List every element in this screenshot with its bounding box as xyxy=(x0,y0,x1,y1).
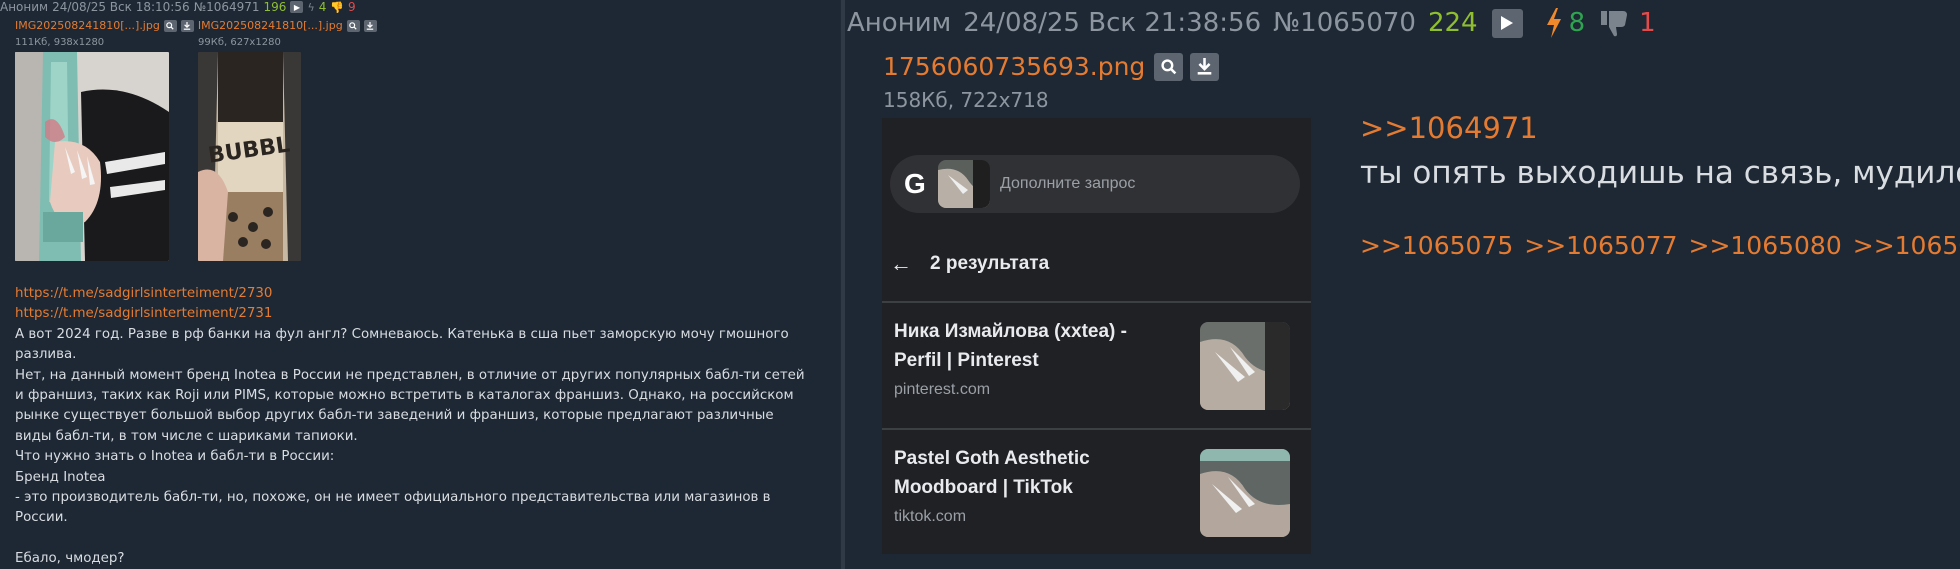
like-count: 8 xyxy=(1568,8,1586,38)
result-title: Pastel Goth Aesthetic Moodboard | TikTok xyxy=(894,448,1090,498)
post-datetime: 24/08/25 Вск 21:38:56 xyxy=(963,8,1262,38)
file-meta: 158Кб, 722x718 xyxy=(883,88,1049,112)
like-count: 4 xyxy=(318,0,327,14)
image-thumbnail[interactable]: BUBBL xyxy=(198,52,301,261)
post-number[interactable]: №1064971 xyxy=(194,0,260,14)
post-body: https://t.me/sadgirlsinterteiment/2730 h… xyxy=(15,284,835,569)
post-text: ты опять выходишь на связь, мудило? xyxy=(1360,155,1960,191)
post-text-line: Ебало, чмодер? xyxy=(15,550,125,566)
results-header: ← 2 результата xyxy=(890,251,1049,277)
file-row: 1756060735693.png xyxy=(883,52,1220,81)
thumbs-down-icon[interactable]: 👎 xyxy=(330,1,344,14)
backlink[interactable]: >>1065077 xyxy=(1524,231,1677,260)
post-text-line: и франшиз, таких как Roji или PIMS, кото… xyxy=(15,388,794,404)
file-link[interactable]: 1756060735693.png xyxy=(883,52,1145,81)
play-icon[interactable]: ▶ xyxy=(290,1,304,13)
external-link[interactable]: https://t.me/sadgirlsinterteiment/2730 xyxy=(15,284,835,304)
result-site: pinterest.com xyxy=(894,381,991,398)
left-post: Аноним 24/08/25 Вск 18:10:56 №1064971 19… xyxy=(0,0,840,569)
dislike-count: 1 xyxy=(1639,8,1656,38)
search-bar: G Дополните запрос xyxy=(890,155,1300,213)
image-attachment[interactable]: G Дополните запрос ← 2 результата Ника И… xyxy=(882,118,1311,554)
post-text-line: рынке существует большой выбор других ба… xyxy=(15,408,774,424)
search-icon[interactable] xyxy=(163,19,177,32)
download-icon[interactable] xyxy=(363,19,377,32)
post-author: Аноним xyxy=(0,0,49,14)
post-text-line xyxy=(15,529,835,549)
results-count: 2 результата xyxy=(930,253,1050,274)
post-text-line: Бренд Inotea xyxy=(15,469,106,485)
lightning-icon[interactable]: ϟ xyxy=(307,1,314,14)
search-result: Pastel Goth Aesthetic Moodboard | TikTok… xyxy=(882,430,1311,554)
backlink[interactable]: >>1065075 xyxy=(1360,231,1513,260)
post-text-line: Что нужно знать о Inotea и бабл-ти в Рос… xyxy=(15,449,335,465)
search-image-thumbnail xyxy=(938,160,990,208)
search-icon[interactable] xyxy=(1154,52,1184,81)
image-thumbnail[interactable] xyxy=(15,52,169,261)
reply-count: 224 xyxy=(1427,8,1478,38)
reply-count: 196 xyxy=(263,0,287,14)
google-logo: G xyxy=(904,168,926,199)
arrow-left-icon: ← xyxy=(890,251,912,276)
search-icon[interactable] xyxy=(346,19,360,32)
download-icon[interactable] xyxy=(1190,52,1220,81)
post-text-line: России. xyxy=(15,510,68,526)
post-author: Аноним xyxy=(847,8,952,38)
external-link[interactable]: https://t.me/sadgirlsinterteiment/2731 xyxy=(15,304,835,324)
backlink[interactable]: >>1065087 xyxy=(1853,231,1960,260)
lightning-icon[interactable] xyxy=(1545,8,1563,38)
result-thumbnail xyxy=(1200,449,1290,537)
post-text-line: Нет, на данный момент бренд Inotea в Рос… xyxy=(15,367,805,383)
left-post-header: Аноним 24/08/25 Вск 18:10:56 №1064971 19… xyxy=(0,0,356,14)
result-thumbnail xyxy=(1200,322,1290,410)
download-icon[interactable] xyxy=(180,19,194,32)
play-icon[interactable] xyxy=(1491,8,1523,38)
file-link[interactable]: IMG202508241810[...].jpg xyxy=(198,19,343,32)
backlink[interactable]: >>1065080 xyxy=(1689,231,1842,260)
post-text-line: разлива. xyxy=(15,347,77,363)
post-text-line: - это производитель бабл-ти, но, похоже,… xyxy=(15,490,771,506)
result-title: Ника Измайлова (xxtea) - Perfil | Pinter… xyxy=(894,321,1127,371)
reply-link[interactable]: >>1064971 xyxy=(1360,111,1538,145)
right-post: Аноним 24/08/25 Вск 21:38:56 №1065070 22… xyxy=(845,0,1960,569)
post-text-line: А вот 2024 год. Разве в рф банки на фул … xyxy=(15,326,789,342)
post-text-line: виды бабл-ти, в том числе с шариками тап… xyxy=(15,428,358,444)
file-link[interactable]: IMG202508241810[...].jpg xyxy=(15,19,160,32)
result-site: tiktok.com xyxy=(894,508,967,525)
thumbs-down-icon[interactable] xyxy=(1601,9,1629,37)
backlinks: >>1065075 >>1065077 >>1065080 >>1065087 xyxy=(1360,231,1960,260)
post-datetime: 24/08/25 Вск 18:10:56 xyxy=(52,0,190,14)
right-post-header: Аноним 24/08/25 Вск 21:38:56 №1065070 22… xyxy=(847,6,1668,40)
search-result: Ника Измайлова (xxtea) - Perfil | Pinter… xyxy=(882,303,1311,428)
file-meta: 99Кб, 627x1280 xyxy=(198,37,281,48)
post-number[interactable]: №1065070 xyxy=(1273,8,1416,38)
dislike-count: 9 xyxy=(348,0,356,14)
file-list: IMG202508241810[...].jpg IMG202508241810… xyxy=(15,19,377,32)
file-meta: 111Кб, 938x1280 xyxy=(15,37,105,48)
search-placeholder: Дополните запрос xyxy=(1000,175,1136,192)
